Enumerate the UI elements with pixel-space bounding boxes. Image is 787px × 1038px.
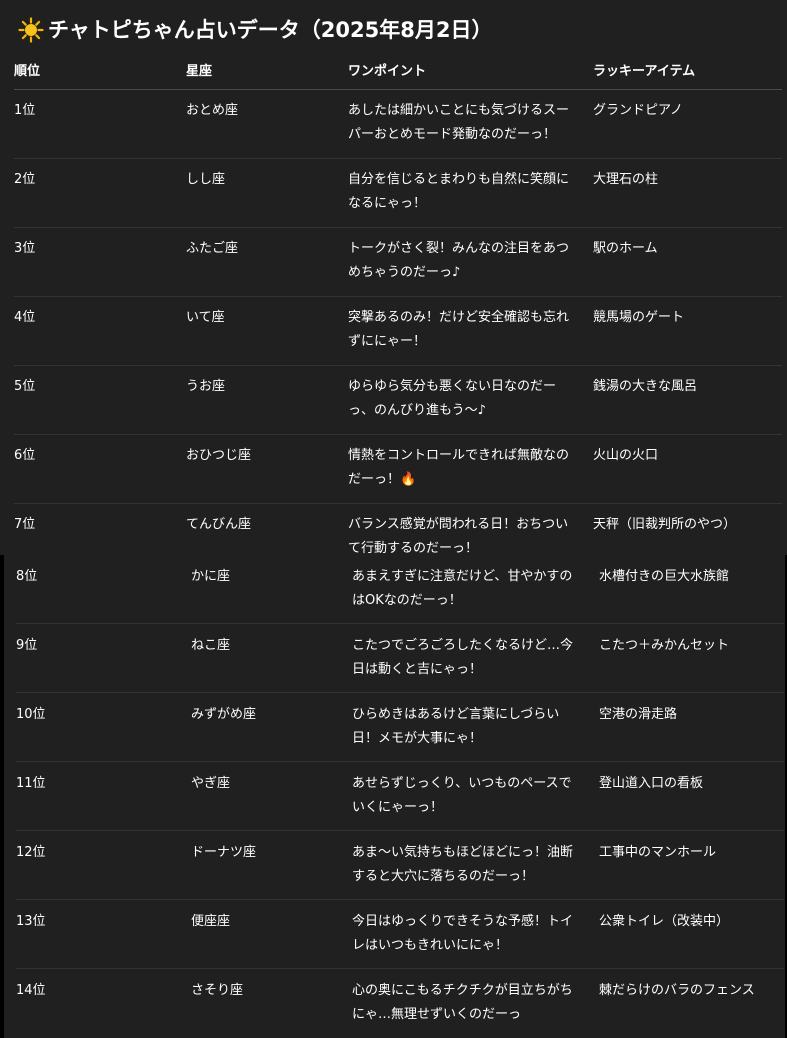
item-cell: 競馬場のゲート xyxy=(593,310,685,325)
table-row: 10位 みずがめ座 ひらめきはあるけど言葉にしづらい日！メモが大事にゃ！ 空港の… xyxy=(16,693,784,762)
point-cell: トークがさく裂！みんなの注目をあつめちゃうのだーっ♪ xyxy=(348,241,570,280)
table-row: 11位 やぎ座 あせらずじっくり、いつものペースでいくにゃーっ！ 登山道入口の看… xyxy=(16,762,784,831)
header-rank: 順位 xyxy=(14,64,41,79)
rank-cell: 13位 xyxy=(16,914,46,929)
table-row: 7位 てんびん座 バランス感覚が問われる日！おちついて行動するのだーっ！ 天秤（… xyxy=(14,504,782,555)
rank-cell: 6位 xyxy=(14,448,36,463)
rank-cell: 2位 xyxy=(14,172,36,187)
point-cell: ひらめきはあるけど言葉にしづらい日！メモが大事にゃ！ xyxy=(352,707,560,746)
table-row: 13位 便座座 今日はゆっくりできそうな予感！トイレはいつもきれいににゃ！ 公衆… xyxy=(16,900,784,969)
item-cell: 天秤（旧裁判所のやつ） xyxy=(593,517,737,532)
point-cell: あまえすぎに注意だけど、甘やかすのはOKなのだーっ！ xyxy=(352,569,573,608)
rank-cell: 3位 xyxy=(14,241,36,256)
rank-cell: 5位 xyxy=(14,379,36,394)
point-cell: 情熱をコントロールできれば無敵なのだーっ！🔥 xyxy=(348,448,570,487)
rank-cell: 1位 xyxy=(14,103,36,118)
item-cell: 空港の滑走路 xyxy=(599,707,678,722)
fortune-panel-bottom: 8位 かに座 あまえすぎに注意だけど、甘やかすのはOKなのだーっ！ 水槽付きの巨… xyxy=(4,555,785,1038)
sign-cell: いて座 xyxy=(186,310,225,325)
point-cell: あせらずじっくり、いつものペースでいくにゃーっ！ xyxy=(352,776,572,815)
point-cell: 心の奥にこもるチクチクが目立ちがちにゃ…無理せずいくのだーっ xyxy=(352,983,573,1022)
point-cell: こたつでごろごろしたくなるけど…今日は動くと吉にゃっ！ xyxy=(352,638,574,677)
rank-cell: 11位 xyxy=(16,776,46,791)
sign-cell: うお座 xyxy=(186,379,226,394)
sign-cell: 便座座 xyxy=(191,914,231,929)
table-row: 8位 かに座 あまえすぎに注意だけど、甘やかすのはOKなのだーっ！ 水槽付きの巨… xyxy=(16,555,784,624)
rank-cell: 14位 xyxy=(16,983,46,998)
sign-cell: おとめ座 xyxy=(186,103,239,118)
page-title: チャトピちゃん占いデータ（2025年8月2日） xyxy=(18,14,492,46)
item-cell: 登山道入口の看板 xyxy=(599,776,704,791)
header-sign: 星座 xyxy=(186,64,213,79)
sign-cell: しし座 xyxy=(186,172,226,187)
sign-cell: さそり座 xyxy=(191,983,244,998)
table-row: 3位 ふたご座 トークがさく裂！みんなの注目をあつめちゃうのだーっ♪ 駅のホーム xyxy=(14,228,782,297)
point-cell: バランス感覚が問われる日！おちついて行動するのだーっ！ xyxy=(348,517,569,555)
table-row: 14位 さそり座 心の奥にこもるチクチクが目立ちがちにゃ…無理せずいくのだーっ … xyxy=(16,969,784,1037)
table-row: 2位 しし座 自分を信じるとまわりも自然に笑顔になるにゃっ！ 大理石の柱 xyxy=(14,159,782,228)
sign-cell: ねこ座 xyxy=(191,638,231,653)
item-cell: 大理石の柱 xyxy=(593,172,659,187)
sign-cell: かに座 xyxy=(191,569,231,584)
item-cell: 駅のホーム xyxy=(593,241,658,256)
point-cell: 自分を信じるとまわりも自然に笑顔になるにゃっ！ xyxy=(348,172,570,211)
point-cell: 突撃あるのみ！だけど安全確認も忘れずににゃー！ xyxy=(348,310,570,349)
table-row: 5位 うお座 ゆらゆら気分も悪くない日なのだーっ、のんびり進もう〜♪ 銭湯の大き… xyxy=(14,366,782,435)
point-cell: ゆらゆら気分も悪くない日なのだーっ、のんびり進もう〜♪ xyxy=(348,379,557,418)
point-cell: 今日はゆっくりできそうな予感！トイレはいつもきれいににゃ！ xyxy=(352,914,574,953)
item-cell: 火山の火口 xyxy=(593,448,659,463)
table-row: 9位 ねこ座 こたつでごろごろしたくなるけど…今日は動くと吉にゃっ！ こたつ＋み… xyxy=(16,624,784,693)
table-row: 12位 ドーナツ座 あま〜い気持ちもほどほどにっ！油断すると大穴に落ちるのだーっ… xyxy=(16,831,784,900)
table-row: 4位 いて座 突撃あるのみ！だけど安全確認も忘れずににゃー！ 競馬場のゲート xyxy=(14,297,782,366)
table-header: 順位 星座 ワンポイント ラッキーアイテム xyxy=(14,60,782,90)
rank-cell: 8位 xyxy=(16,569,38,584)
sun-icon xyxy=(18,17,44,43)
sign-cell: てんびん座 xyxy=(186,517,252,532)
item-cell: 棘だらけのバラのフェンス xyxy=(599,983,755,998)
item-cell: 公衆トイレ（改装中） xyxy=(599,914,730,929)
sign-cell: やぎ座 xyxy=(191,776,231,791)
table-row: 6位 おひつじ座 情熱をコントロールできれば無敵なのだーっ！🔥 火山の火口 xyxy=(14,435,782,504)
table-body-top: 1位 おとめ座 あしたは細かいことにも気づけるスーパーおとめモード発動なのだーっ… xyxy=(14,90,782,555)
sign-cell: みずがめ座 xyxy=(191,707,257,722)
table-row: 1位 おとめ座 あしたは細かいことにも気づけるスーパーおとめモード発動なのだーっ… xyxy=(14,90,782,159)
rank-cell: 10位 xyxy=(16,707,46,722)
sign-cell: おひつじ座 xyxy=(186,448,252,463)
item-cell: こたつ＋みかんセット xyxy=(599,638,730,653)
rank-cell: 12位 xyxy=(16,845,46,860)
item-cell: 水槽付きの巨大水族館 xyxy=(599,569,730,584)
sign-cell: ドーナツ座 xyxy=(191,845,257,860)
rank-cell: 9位 xyxy=(16,638,38,653)
fortune-panel-top: チャトピちゃん占いデータ（2025年8月2日） 順位 星座 ワンポイント ラッキ… xyxy=(0,0,787,555)
point-cell: あま〜い気持ちもほどほどにっ！油断すると大穴に落ちるのだーっ！ xyxy=(352,845,574,884)
table-body-bottom: 8位 かに座 あまえすぎに注意だけど、甘やかすのはOKなのだーっ！ 水槽付きの巨… xyxy=(16,555,784,1037)
rank-cell: 7位 xyxy=(14,517,36,532)
page-title-text: チャトピちゃん占いデータ（2025年8月2日） xyxy=(48,18,493,42)
item-cell: 工事中のマンホール xyxy=(599,845,717,860)
rank-cell: 4位 xyxy=(14,310,36,325)
header-point: ワンポイント xyxy=(348,64,427,79)
header-item: ラッキーアイテム xyxy=(593,64,696,79)
sign-cell: ふたご座 xyxy=(186,241,239,256)
point-cell: あしたは細かいことにも気づけるスーパーおとめモード発動なのだーっ！ xyxy=(348,103,570,142)
item-cell: 銭湯の大きな風呂 xyxy=(593,379,698,394)
item-cell: グランドピアノ xyxy=(593,103,683,118)
